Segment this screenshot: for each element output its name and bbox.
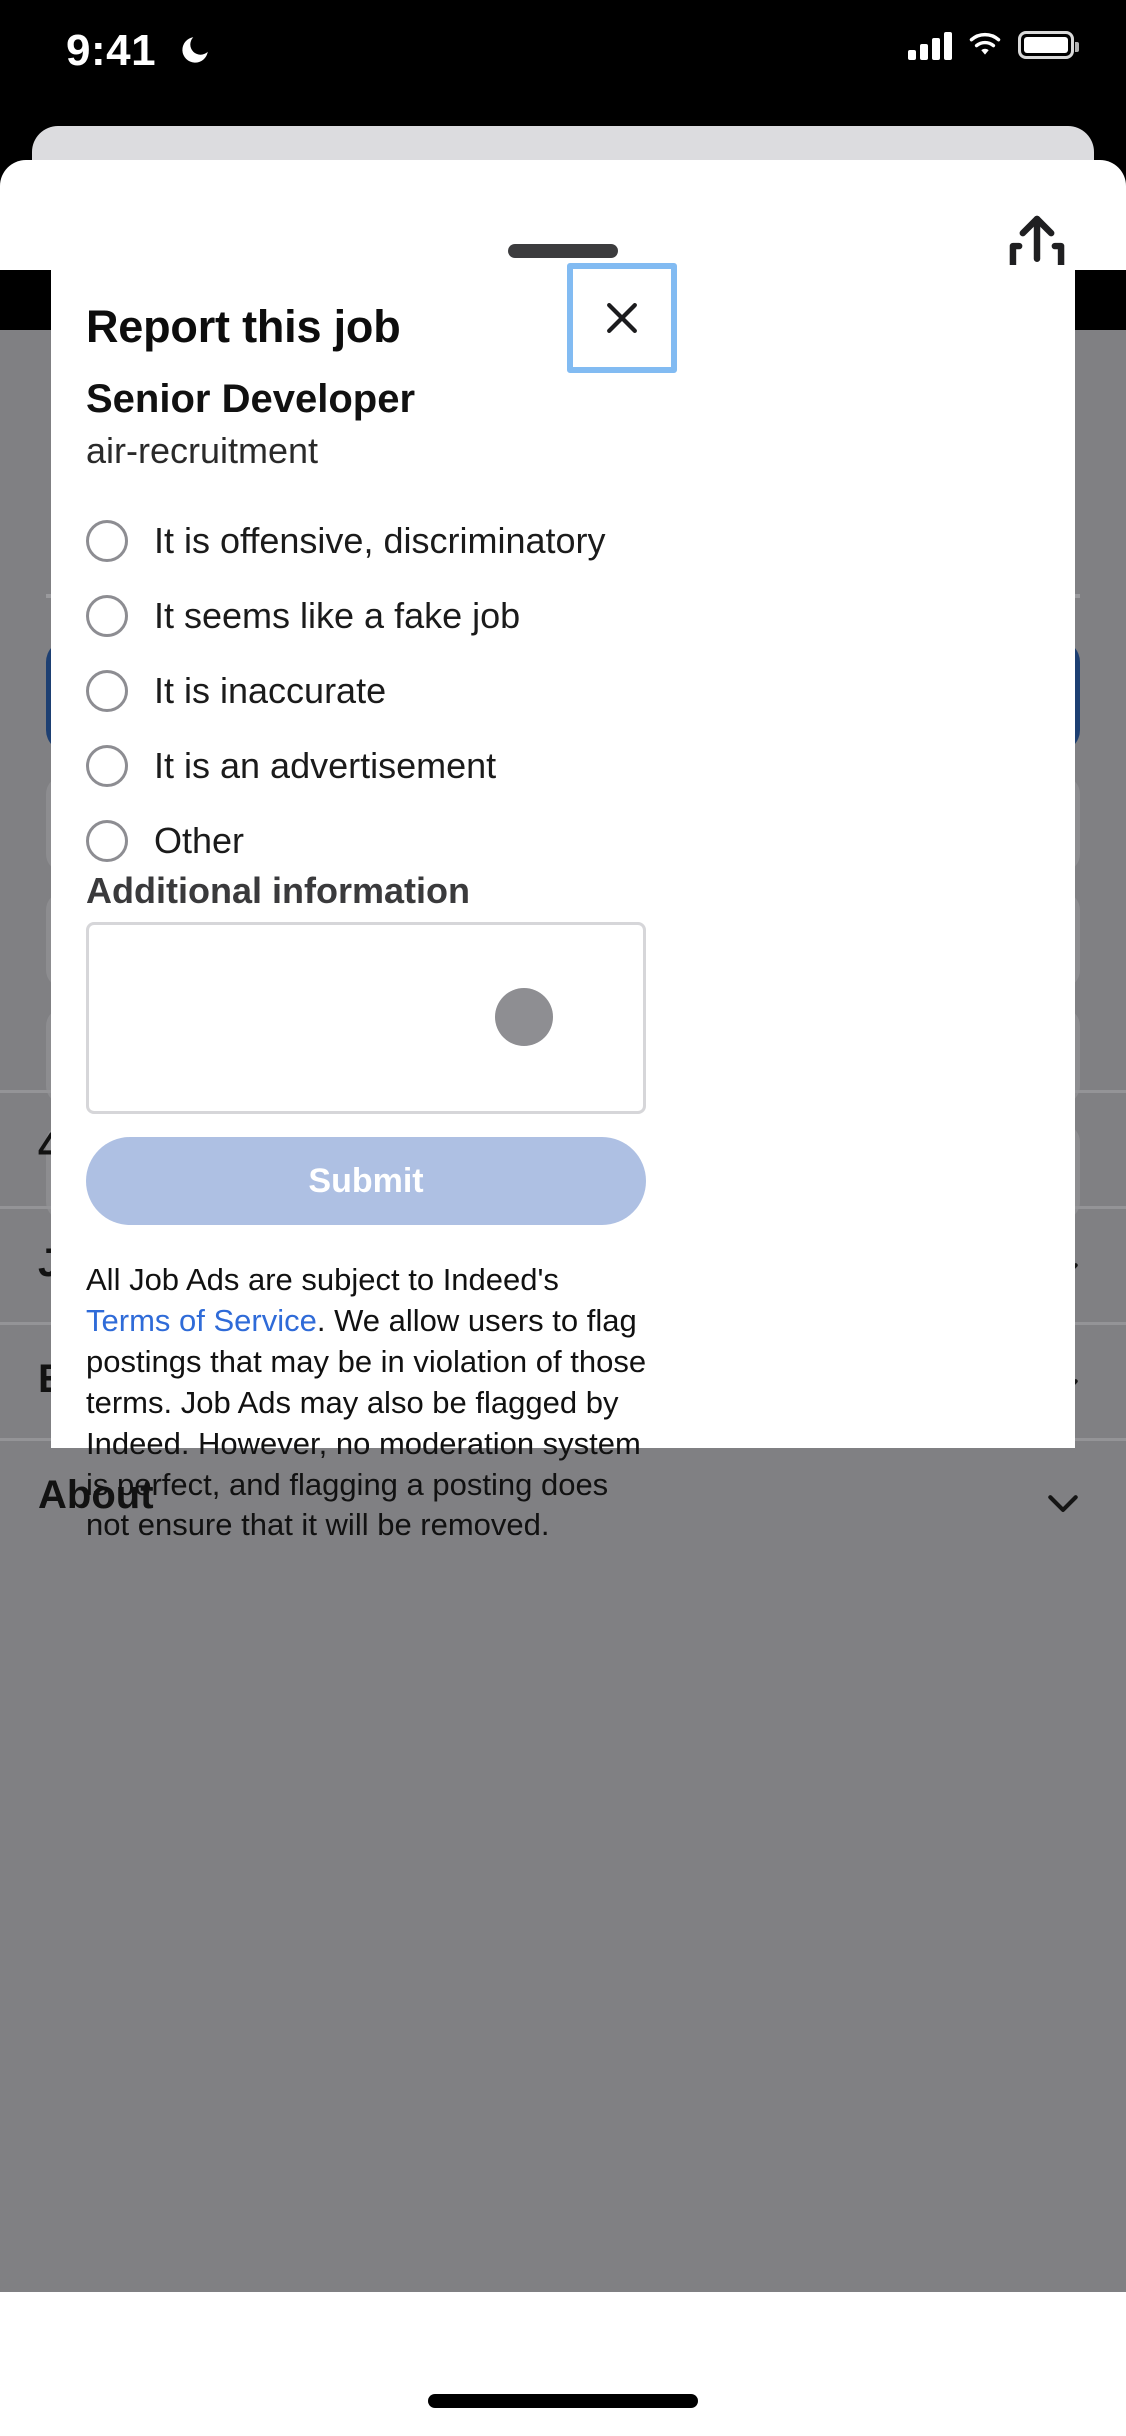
option-label: Other bbox=[154, 819, 245, 861]
radio-icon[interactable] bbox=[86, 519, 128, 562]
option-label: It is inaccurate bbox=[154, 669, 387, 711]
additional-information-label: Additional information bbox=[86, 870, 470, 911]
drag-handle[interactable] bbox=[508, 244, 618, 258]
option-label: It seems like a fake job bbox=[154, 594, 521, 636]
wifi-icon bbox=[969, 32, 1001, 55]
report-option-inaccurate[interactable]: It is inaccurate bbox=[86, 653, 646, 728]
report-reason-group: It is offensive, discriminatory It seems… bbox=[86, 503, 646, 878]
phone-screen: 9:41 Senior Developer air-recruitment - bbox=[0, 0, 1126, 2436]
dialog-company: air-recruitment bbox=[86, 430, 319, 471]
terms-of-service-link[interactable]: Terms of Service bbox=[86, 1303, 317, 1338]
radio-icon[interactable] bbox=[86, 819, 128, 862]
crescent-moon-icon bbox=[182, 37, 208, 63]
submit-button[interactable]: Submit bbox=[86, 1137, 646, 1225]
bottom-safe-area bbox=[0, 2292, 1126, 2436]
legal-before-link: All Job Ads are subject to Indeed's bbox=[86, 1262, 559, 1297]
legal-disclaimer: All Job Ads are subject to Indeed's Term… bbox=[86, 1260, 648, 1546]
battery-full-icon bbox=[1018, 31, 1079, 59]
report-option-offensive[interactable]: It is offensive, discriminatory bbox=[86, 503, 646, 578]
legal-after-link: . We allow users to flag postings that m… bbox=[86, 1302, 647, 1543]
cellular-signal-icon bbox=[908, 30, 952, 60]
status-bar-indicators bbox=[908, 30, 1079, 60]
close-x-icon bbox=[607, 303, 637, 333]
status-bar-time: 9:41 bbox=[66, 26, 157, 75]
option-label: It is an advertisement bbox=[154, 744, 497, 786]
additional-information-input[interactable] bbox=[86, 922, 646, 1114]
home-indicator[interactable] bbox=[428, 2394, 698, 2408]
status-bar: 9:41 bbox=[0, 0, 1126, 96]
report-option-advertisement[interactable]: It is an advertisement bbox=[86, 728, 646, 803]
radio-icon[interactable] bbox=[86, 744, 128, 787]
dialog-job-title: Senior Developer bbox=[86, 377, 416, 421]
radio-icon[interactable] bbox=[86, 594, 128, 637]
option-label: It is offensive, discriminatory bbox=[154, 519, 606, 561]
dialog-title: Report this job bbox=[86, 301, 401, 352]
report-option-other[interactable]: Other bbox=[86, 803, 646, 878]
report-job-dialog: Report this job Senior Developer air-rec… bbox=[51, 263, 1075, 1542]
close-button[interactable] bbox=[567, 263, 677, 373]
radio-icon[interactable] bbox=[86, 669, 128, 712]
chevron-down-icon bbox=[1048, 1495, 1078, 1512]
cursor-indicator-dot bbox=[495, 988, 553, 1046]
report-option-fake-job[interactable]: It seems like a fake job bbox=[86, 578, 646, 653]
